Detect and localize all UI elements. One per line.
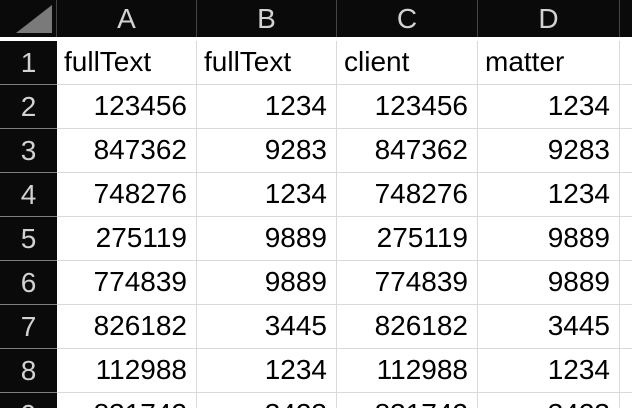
cell-partial-6[interactable] bbox=[620, 261, 632, 305]
cell-D9[interactable]: 3423 bbox=[478, 393, 620, 408]
cell-C1[interactable]: client bbox=[337, 41, 478, 85]
row-header-3[interactable]: 3 bbox=[0, 129, 57, 173]
cell-C5[interactable]: 275119 bbox=[337, 217, 478, 261]
cell-B5[interactable]: 9889 bbox=[197, 217, 337, 261]
cell-D1[interactable]: matter bbox=[478, 41, 620, 85]
column-header-partial[interactable] bbox=[620, 0, 632, 37]
table-row-3: 3 847362 9283 847362 9283 bbox=[0, 129, 632, 173]
cell-A5[interactable]: 275119 bbox=[57, 217, 197, 261]
table-row-2: 2 123456 1234 123456 1234 bbox=[0, 85, 632, 129]
column-header-row: ABCD bbox=[0, 0, 632, 37]
cell-partial-4[interactable] bbox=[620, 173, 632, 217]
cell-D5[interactable]: 9889 bbox=[478, 217, 620, 261]
cell-C7[interactable]: 826182 bbox=[337, 305, 478, 349]
table-row-1: 1 fullText fullText client matter bbox=[0, 41, 632, 85]
select-all-button[interactable] bbox=[0, 0, 57, 37]
select-all-triangle-icon bbox=[16, 5, 52, 33]
cell-D4[interactable]: 1234 bbox=[478, 173, 620, 217]
cell-A8[interactable]: 112988 bbox=[57, 349, 197, 393]
cell-D2[interactable]: 1234 bbox=[478, 85, 620, 129]
cell-partial-8[interactable] bbox=[620, 349, 632, 393]
row-header-1[interactable]: 1 bbox=[0, 41, 57, 85]
table-row-5: 5 275119 9889 275119 9889 bbox=[0, 217, 632, 261]
cell-B6[interactable]: 9889 bbox=[197, 261, 337, 305]
cell-B4[interactable]: 1234 bbox=[197, 173, 337, 217]
table-row-7: 7 826182 3445 826182 3445 bbox=[0, 305, 632, 349]
cell-A9[interactable]: 831742 bbox=[57, 393, 197, 408]
table-row-4: 4 748276 1234 748276 1234 bbox=[0, 173, 632, 217]
row-header-2[interactable]: 2 bbox=[0, 85, 57, 129]
cell-A1[interactable]: fullText bbox=[57, 41, 197, 85]
cell-C8[interactable]: 112988 bbox=[337, 349, 478, 393]
column-header-C[interactable]: C bbox=[337, 0, 478, 37]
sheet-body: 1 fullText fullText client matter 2 123456 1234… bbox=[0, 41, 632, 408]
cell-D3[interactable]: 9283 bbox=[478, 129, 620, 173]
spreadsheet: ABCD 1 fullText fullText client matter 2 12345… bbox=[0, 0, 632, 408]
cell-B1[interactable]: fullText bbox=[197, 41, 337, 85]
cell-B9[interactable]: 3423 bbox=[197, 393, 337, 408]
cell-C3[interactable]: 847362 bbox=[337, 129, 478, 173]
cell-C6[interactable]: 774839 bbox=[337, 261, 478, 305]
cell-B3[interactable]: 9283 bbox=[197, 129, 337, 173]
cell-C4[interactable]: 748276 bbox=[337, 173, 478, 217]
cell-D6[interactable]: 9889 bbox=[478, 261, 620, 305]
row-header-9[interactable]: 9 bbox=[0, 393, 57, 408]
row-header-5[interactable]: 5 bbox=[0, 217, 57, 261]
cell-partial-7[interactable] bbox=[620, 305, 632, 349]
row-header-6[interactable]: 6 bbox=[0, 261, 57, 305]
cell-partial-9[interactable] bbox=[620, 393, 632, 408]
cell-partial-2[interactable] bbox=[620, 85, 632, 129]
table-row-8: 8 112988 1234 112988 1234 bbox=[0, 349, 632, 393]
cell-B2[interactable]: 1234 bbox=[197, 85, 337, 129]
table-row-9: 983174234238317423423 bbox=[0, 393, 632, 408]
cell-D8[interactable]: 1234 bbox=[478, 349, 620, 393]
cell-partial-3[interactable] bbox=[620, 129, 632, 173]
cell-A7[interactable]: 826182 bbox=[57, 305, 197, 349]
cell-B8[interactable]: 1234 bbox=[197, 349, 337, 393]
cell-C2[interactable]: 123456 bbox=[337, 85, 478, 129]
cell-A3[interactable]: 847362 bbox=[57, 129, 197, 173]
row-header-4[interactable]: 4 bbox=[0, 173, 57, 217]
cell-partial-1[interactable] bbox=[620, 41, 632, 85]
cell-C9[interactable]: 831742 bbox=[337, 393, 478, 408]
column-header-D[interactable]: D bbox=[478, 0, 620, 37]
table-row-6: 6 774839 9889 774839 9889 bbox=[0, 261, 632, 305]
cell-A6[interactable]: 774839 bbox=[57, 261, 197, 305]
cell-B7[interactable]: 3445 bbox=[197, 305, 337, 349]
column-header-A[interactable]: A bbox=[57, 0, 197, 37]
row-header-8[interactable]: 8 bbox=[0, 349, 57, 393]
column-header-B[interactable]: B bbox=[197, 0, 337, 37]
row-header-7[interactable]: 7 bbox=[0, 305, 57, 349]
cell-A4[interactable]: 748276 bbox=[57, 173, 197, 217]
cell-A2[interactable]: 123456 bbox=[57, 85, 197, 129]
cell-partial-5[interactable] bbox=[620, 217, 632, 261]
cell-D7[interactable]: 3445 bbox=[478, 305, 620, 349]
